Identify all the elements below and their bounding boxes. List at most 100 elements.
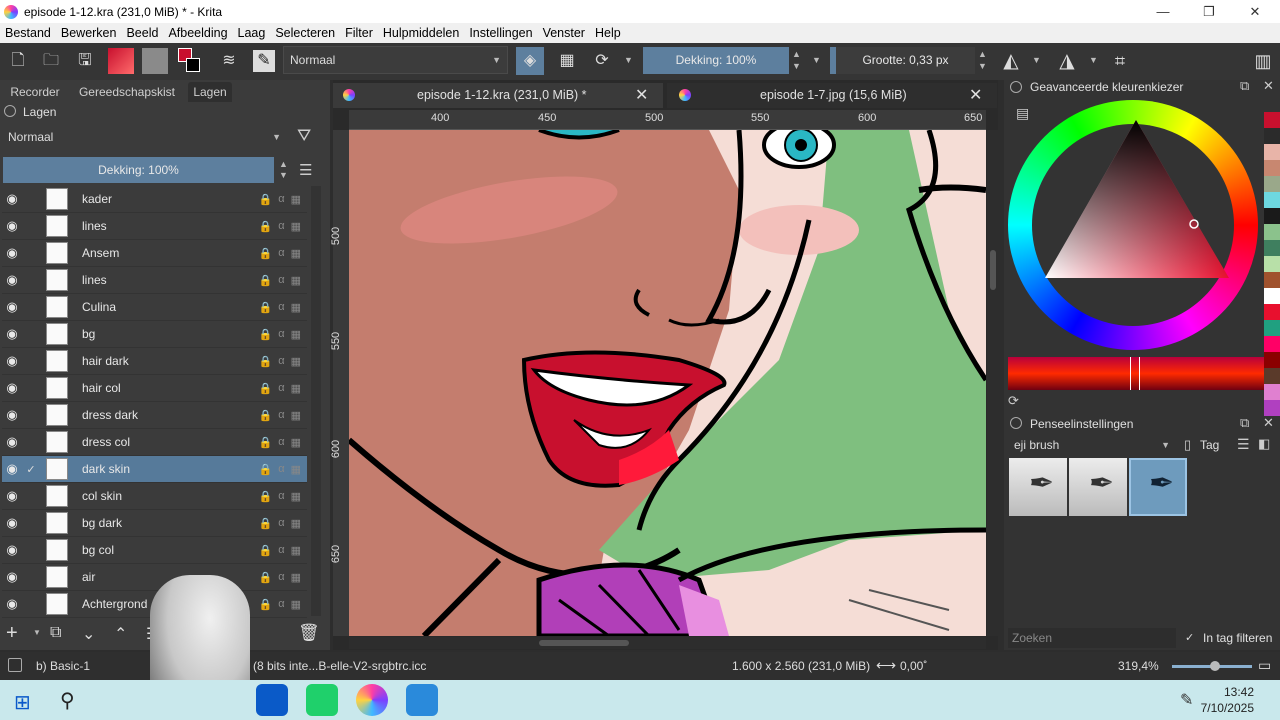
alpha-icon[interactable]: α	[278, 301, 284, 314]
menu-beeld[interactable]: Beeld	[121, 26, 163, 40]
lock-icon[interactable]: 🔒	[259, 382, 273, 395]
lock-icon[interactable]: 🔒	[259, 193, 273, 206]
lock-icon[interactable]: 🔒	[259, 571, 273, 584]
color-swatch[interactable]	[1264, 112, 1280, 128]
color-swatch[interactable]	[1264, 336, 1280, 352]
lock-docker-icon[interactable]	[1010, 81, 1022, 93]
menu-bestand[interactable]: Bestand	[0, 26, 56, 40]
color-swatch[interactable]	[1264, 176, 1280, 192]
lock-docker-icon[interactable]	[1010, 417, 1022, 429]
lock-icon[interactable]: 🔒	[259, 463, 273, 476]
layer-scrollbar[interactable]	[311, 186, 321, 616]
taskbar-clock[interactable]: 13:42 7/10/2025	[1201, 684, 1254, 716]
alpha-icon[interactable]: α	[278, 382, 284, 395]
alpha-icon[interactable]: α	[278, 355, 284, 368]
menu-hulpmiddelen[interactable]: Hulpmiddelen	[378, 26, 464, 40]
brush-menu-icon[interactable]: ☰	[1237, 436, 1250, 453]
alpha-icon[interactable]: α	[278, 544, 284, 557]
inherit-alpha-icon[interactable]: ▦	[291, 517, 301, 530]
tab-toolbox[interactable]: Gereedschapskist	[76, 82, 178, 102]
close-docker-icon[interactable]: ✕	[1263, 415, 1274, 431]
layer-row[interactable]: ◉ bg 🔒 α ▦	[2, 321, 307, 348]
eraser-mode-icon[interactable]: ◈	[516, 47, 544, 75]
inherit-alpha-icon[interactable]: ▦	[291, 247, 301, 260]
windows-start-icon[interactable]: ⊞	[14, 690, 31, 715]
layer-options-menu-icon[interactable]: ☰	[299, 161, 312, 179]
layer-row[interactable]: ◉ Ansem 🔒 α ▦	[2, 240, 307, 267]
brush-settings-icon[interactable]: ≋	[218, 50, 240, 72]
menu-bewerken[interactable]: Bewerken	[56, 26, 122, 40]
chevron-down-icon[interactable]: ▼	[812, 55, 821, 65]
color-triangle[interactable]	[1040, 118, 1235, 283]
visibility-eye-icon[interactable]: ◉	[2, 542, 22, 558]
alpha-icon[interactable]: α	[278, 247, 284, 260]
crop-wrap-icon[interactable]: ⌗	[1109, 50, 1131, 72]
inherit-alpha-icon[interactable]: ▦	[291, 328, 301, 341]
mirror-horizontal-icon[interactable]: ◭	[1000, 50, 1022, 72]
color-swatch[interactable]	[1264, 160, 1280, 176]
zoom-slider-handle[interactable]	[1210, 661, 1220, 671]
canvas-hscrollbar[interactable]	[349, 637, 986, 649]
alpha-icon[interactable]: α	[278, 490, 284, 503]
layer-row[interactable]: ◉ dress dark 🔒 α ▦	[2, 402, 307, 429]
color-swatch[interactable]	[1264, 288, 1280, 304]
alpha-icon[interactable]: α	[278, 274, 284, 287]
alpha-icon[interactable]: α	[278, 409, 284, 422]
float-docker-icon[interactable]: ⧉	[1240, 78, 1249, 94]
chevron-down-icon[interactable]: ▼	[1089, 55, 1098, 65]
visibility-eye-icon[interactable]: ◉	[2, 515, 22, 531]
lock-icon[interactable]: 🔒	[259, 544, 273, 557]
move-layer-up-icon[interactable]: ⌃	[114, 624, 127, 644]
inherit-alpha-icon[interactable]: ▦	[291, 436, 301, 449]
layer-checkbox[interactable]: ✓	[22, 463, 40, 476]
visibility-eye-icon[interactable]: ◉	[2, 434, 22, 450]
canvas-vscroll-thumb[interactable]	[990, 250, 996, 290]
menu-help[interactable]: Help	[590, 26, 626, 40]
canvas-hscroll-thumb[interactable]	[539, 640, 629, 646]
layer-row[interactable]: ◉ hair col 🔒 α ▦	[2, 375, 307, 402]
menu-venster[interactable]: Venster	[538, 26, 590, 40]
lock-icon[interactable]: 🔒	[259, 274, 273, 287]
size-slider[interactable]: Grootte: 0,33 px	[830, 47, 975, 74]
layer-blend-mode-select[interactable]: Normaal ▼	[2, 125, 287, 149]
refresh-icon[interactable]: ⟳	[1008, 393, 1019, 409]
brush-export-icon[interactable]: ◧	[1258, 436, 1270, 452]
alpha-icon[interactable]: α	[278, 193, 284, 206]
tag-label[interactable]: Tag	[1200, 438, 1219, 452]
inherit-alpha-icon[interactable]: ▦	[291, 355, 301, 368]
save-icon[interactable]: 🖫	[74, 50, 96, 72]
reload-preset-icon[interactable]: ⟳	[591, 50, 613, 72]
mirror-vertical-icon[interactable]: ◮	[1056, 50, 1078, 72]
alpha-icon[interactable]: α	[278, 517, 284, 530]
visibility-eye-icon[interactable]: ◉	[2, 245, 22, 261]
color-swatch[interactable]	[1264, 224, 1280, 240]
chevron-down-icon[interactable]: ▼	[624, 55, 633, 65]
fit-screen-icon[interactable]: ▭	[1258, 657, 1271, 674]
visibility-eye-icon[interactable]: ◉	[2, 326, 22, 342]
chat-app-icon[interactable]	[306, 684, 338, 716]
workspace-icon[interactable]: ▥	[1252, 50, 1274, 72]
opacity-slider[interactable]: Dekking: 100%	[643, 47, 789, 74]
menu-filter[interactable]: Filter	[340, 26, 378, 40]
visibility-eye-icon[interactable]: ◉	[2, 461, 22, 477]
color-swatch[interactable]	[1264, 144, 1280, 160]
layer-row[interactable]: ◉ air 🔒 α ▦	[2, 564, 307, 591]
layer-row[interactable]: ◉ dress col 🔒 α ▦	[2, 429, 307, 456]
brush-preset-icon[interactable]: ✎	[253, 50, 275, 72]
menu-afbeelding[interactable]: Afbeelding	[163, 26, 232, 40]
inherit-alpha-icon[interactable]: ▦	[291, 571, 301, 584]
minimize-button[interactable]: —	[1140, 0, 1186, 23]
background-color-icon[interactable]	[186, 58, 200, 72]
layer-row[interactable]: ◉ lines 🔒 α ▦	[2, 267, 307, 294]
layer-row[interactable]: ◉ col skin 🔒 α ▦	[2, 483, 307, 510]
inherit-alpha-icon[interactable]: ▦	[291, 274, 301, 287]
outlook-icon[interactable]	[256, 684, 288, 716]
lock-icon[interactable]: 🔒	[259, 409, 273, 422]
slider-handle[interactable]	[1130, 357, 1140, 390]
delete-layer-icon[interactable]: 🗑	[298, 623, 320, 643]
close-tab-icon[interactable]: ✕	[969, 83, 982, 108]
visibility-eye-icon[interactable]: ◉	[2, 353, 22, 369]
visibility-eye-icon[interactable]: ◉	[2, 488, 22, 504]
search-icon[interactable]: ⚲	[60, 688, 75, 713]
visibility-eye-icon[interactable]: ◉	[2, 191, 22, 207]
